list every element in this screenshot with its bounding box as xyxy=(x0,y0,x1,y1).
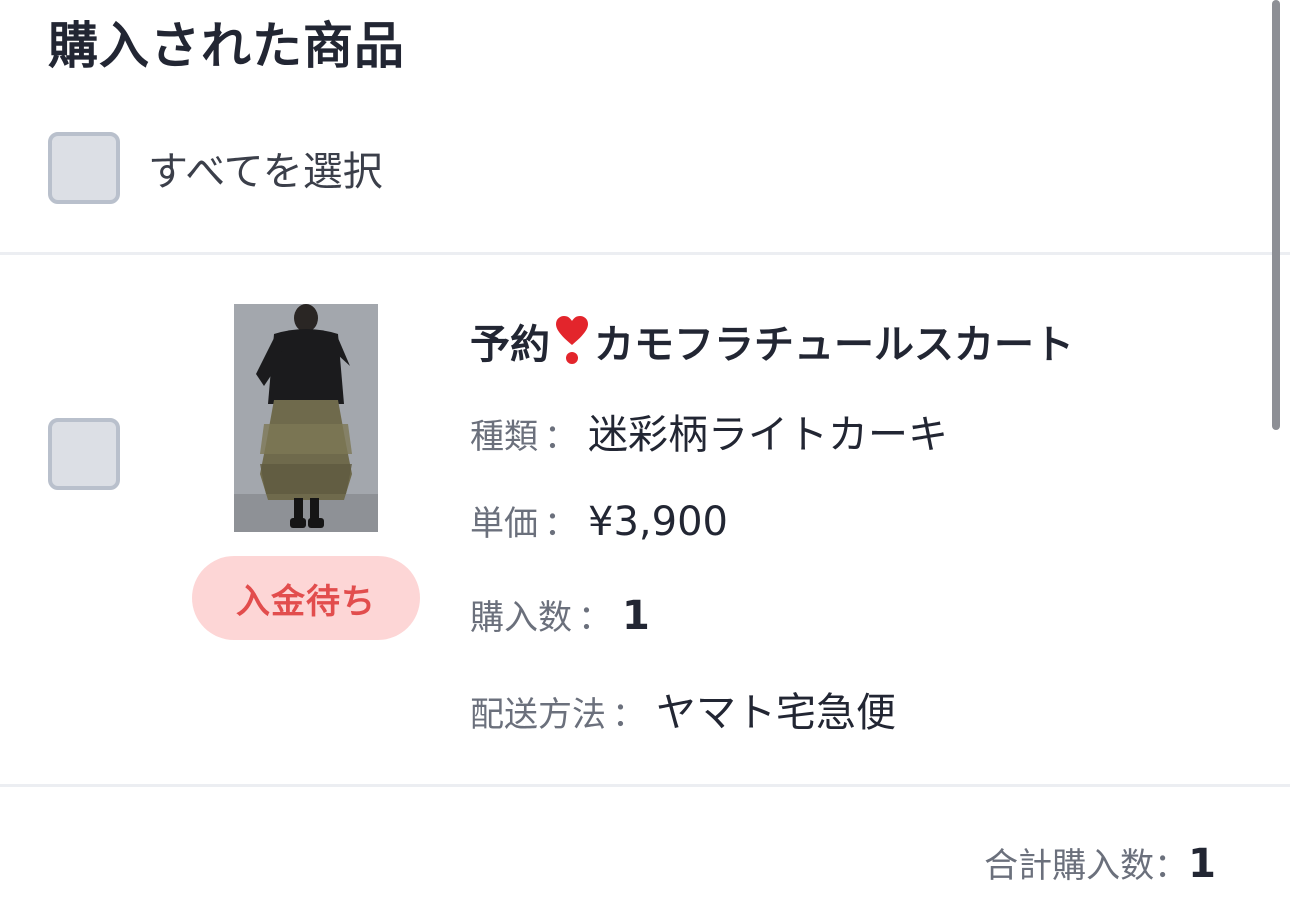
heavy-exclamation-heart-icon xyxy=(554,315,590,367)
total-quantity-label: 合計購入数： xyxy=(984,846,1189,886)
scrollbar[interactable] xyxy=(1272,0,1280,430)
status-badge: 入金待ち xyxy=(192,556,420,640)
product-name-prefix: 予約 xyxy=(470,322,550,368)
kind-value: 迷彩柄ライトカーキ xyxy=(588,412,948,458)
purchased-items-page: 購入された商品 すべてを選択 入金待ち 予約 カモフラチュールスカート 種類 ：… xyxy=(0,0,1290,919)
product-name-main: カモフラチュールスカート xyxy=(594,322,1074,368)
separator: ： xyxy=(578,598,612,638)
product-name[interactable]: 予約 カモフラチュールスカート xyxy=(470,312,1074,370)
select-all-checkbox[interactable] xyxy=(48,132,120,204)
quantity-row: 購入数 ： 1 xyxy=(470,590,650,639)
select-all-label[interactable]: すべてを選択 xyxy=(148,139,383,197)
shipping-label: 配送方法 xyxy=(470,695,606,735)
select-all-row[interactable]: すべてを選択 xyxy=(48,132,383,204)
price-value: ¥3,900 xyxy=(588,499,728,545)
item-checkbox[interactable] xyxy=(48,418,120,490)
kind-label: 種類 xyxy=(470,417,538,457)
product-photo xyxy=(234,304,378,532)
kind-row: 種類 ： 迷彩柄ライトカーキ xyxy=(470,402,948,460)
price-row: 単価 ： ¥3,900 xyxy=(470,496,728,545)
divider xyxy=(0,252,1290,255)
separator: ： xyxy=(612,695,646,735)
separator: ： xyxy=(544,417,578,457)
price-label: 単価 xyxy=(470,504,538,544)
section-title: 購入された商品 xyxy=(48,17,405,75)
shipping-row: 配送方法 ： ヤマト宅急便 xyxy=(470,680,896,738)
separator: ： xyxy=(544,504,578,544)
quantity-value: 1 xyxy=(622,593,650,639)
shipping-value: ヤマト宅急便 xyxy=(656,690,896,736)
quantity-label: 購入数 xyxy=(470,598,572,638)
total-quantity: 合計購入数： 1 xyxy=(984,838,1216,887)
item-checkbox-wrapper xyxy=(48,418,120,490)
product-thumbnail[interactable] xyxy=(234,304,378,532)
total-quantity-value: 1 xyxy=(1188,841,1216,887)
divider xyxy=(0,784,1290,787)
